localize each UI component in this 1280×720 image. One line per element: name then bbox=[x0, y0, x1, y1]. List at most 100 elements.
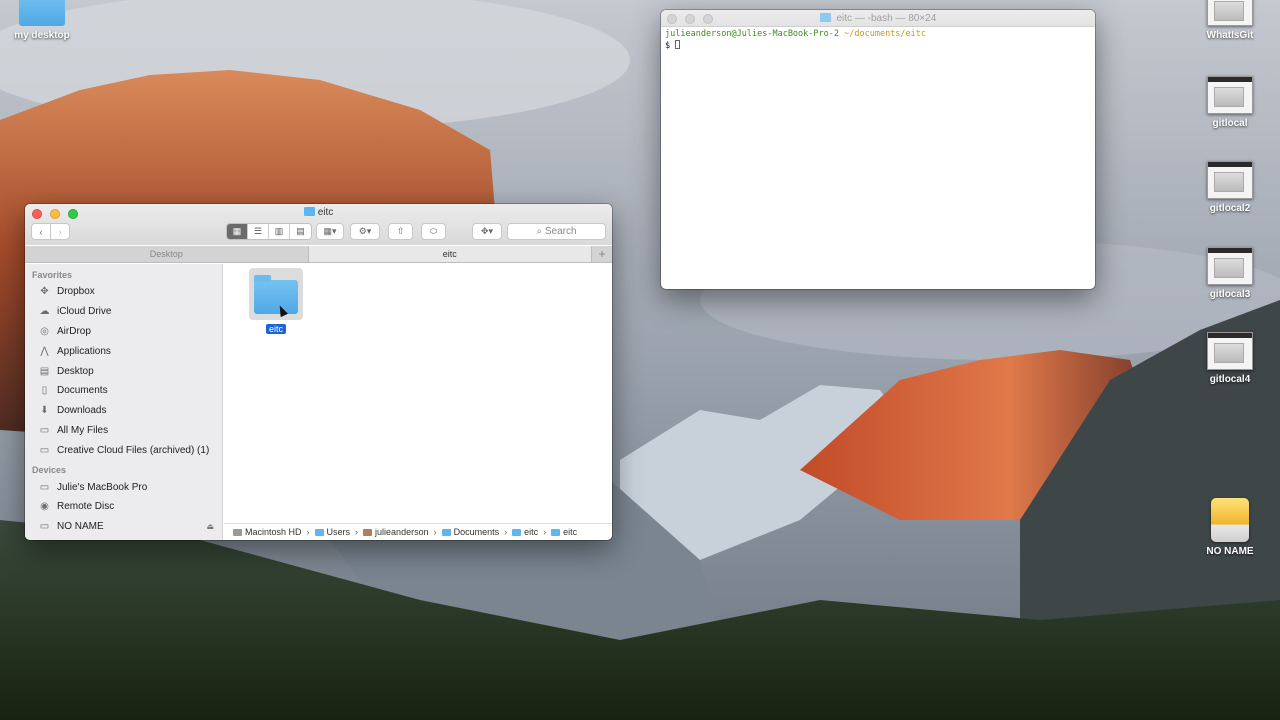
back-button[interactable]: ‹ bbox=[31, 223, 51, 240]
sidebar-item-documents[interactable]: ▯ Documents bbox=[25, 381, 222, 401]
terminal-titlebar[interactable]: eitc — -bash — 80×24 bbox=[661, 10, 1095, 27]
sidebar-item-applications[interactable]: ⋀ Applications bbox=[25, 341, 222, 361]
terminal-window[interactable]: eitc — -bash — 80×24 julieanderson@Julie… bbox=[661, 10, 1095, 289]
terminal-output[interactable]: julieanderson@Julies-MacBook-Pro-2 ~/doc… bbox=[661, 27, 1095, 54]
path-bar: Macintosh HD › Users › julieanderson › D… bbox=[224, 523, 612, 540]
tab-bar: Desktop eitc + bbox=[25, 246, 612, 263]
terminal-input-line[interactable]: $ bbox=[665, 40, 1091, 52]
action-button[interactable]: ⚙▾ bbox=[350, 223, 380, 240]
chevron-right-icon: › bbox=[433, 527, 437, 537]
sidebar-item-label: Downloads bbox=[57, 405, 107, 417]
desktop-icon-label: gitlocal3 bbox=[1209, 289, 1251, 300]
dropbox-toolbar-button[interactable]: ✥▾ bbox=[472, 223, 502, 240]
forward-button[interactable]: › bbox=[50, 223, 70, 240]
desktop-icon-my-desktop[interactable]: my desktop bbox=[7, 0, 77, 41]
path-segment[interactable]: julieanderson bbox=[375, 527, 429, 537]
desktop-icon-label: NO NAME bbox=[1206, 546, 1254, 557]
dropbox-icon: ✥ bbox=[40, 286, 49, 298]
path-segment[interactable]: eitc bbox=[524, 527, 538, 537]
cover-flow-button[interactable]: ▤ bbox=[290, 224, 311, 239]
path-segment[interactable]: Macintosh HD bbox=[245, 527, 302, 537]
gear-icon: ⚙▾ bbox=[358, 226, 372, 236]
sidebar-item-label: NO NAME bbox=[57, 521, 104, 533]
airdrop-icon: ◎ bbox=[40, 325, 49, 337]
cloud-icon: ☁ bbox=[39, 306, 50, 318]
tab-desktop[interactable]: Desktop bbox=[25, 246, 309, 262]
new-tab-button[interactable]: + bbox=[592, 246, 612, 262]
terminal-prompt-line: julieanderson@Julies-MacBook-Pro-2 ~/doc… bbox=[665, 29, 1091, 40]
tags-button[interactable]: ⬭ bbox=[421, 223, 446, 240]
laptop-icon: ▭ bbox=[39, 481, 50, 493]
chevron-right-icon: › bbox=[543, 527, 547, 537]
sidebar-heading-devices: Devices bbox=[32, 465, 67, 476]
folder-icon bbox=[819, 13, 831, 22]
search-icon: ⌕ bbox=[536, 226, 543, 237]
chevron-right-icon: › bbox=[58, 226, 62, 237]
close-button[interactable] bbox=[667, 14, 677, 24]
finder-toolbar: eitc ‹ › ▦ ☰ ▥ ▤ ▦▾ ⚙▾ ⇧ ⬭ ✥▾ ⌕ Search bbox=[25, 204, 612, 245]
desktop-icon-label: WhatIsGit bbox=[1206, 30, 1254, 41]
applications-icon: ⋀ bbox=[40, 345, 49, 357]
sidebar-item-icloud-drive[interactable]: ☁ iCloud Drive bbox=[25, 302, 222, 322]
finder-window[interactable]: eitc ‹ › ▦ ☰ ▥ ▤ ▦▾ ⚙▾ ⇧ ⬭ ✥▾ ⌕ Search D… bbox=[25, 204, 612, 540]
folder-icon bbox=[314, 528, 324, 536]
window-controls bbox=[667, 14, 713, 24]
desktop-icon-gitlocal4[interactable]: gitlocal4 bbox=[1195, 332, 1265, 385]
sidebar-item-remote-disc[interactable]: ◉ Remote Disc bbox=[25, 497, 222, 517]
sidebar-item-label: iCloud Drive bbox=[57, 306, 112, 318]
minimize-button[interactable] bbox=[685, 14, 695, 24]
sidebar-heading-favorites: Favorites bbox=[32, 270, 73, 280]
hard-drive-icon bbox=[233, 528, 242, 536]
path-segment[interactable]: eitc bbox=[563, 527, 577, 537]
file-browser-area[interactable]: eitc bbox=[224, 264, 612, 523]
folder-icon bbox=[441, 528, 451, 536]
all-files-icon: ▭ bbox=[39, 424, 50, 436]
home-icon bbox=[363, 528, 373, 536]
sidebar-item-macbook[interactable]: ▭ Julie's MacBook Pro bbox=[25, 477, 222, 497]
tab-eitc[interactable]: eitc bbox=[308, 246, 592, 262]
sidebar-item-no-name[interactable]: ▭ NO NAME ⏏ bbox=[25, 517, 222, 537]
share-button[interactable]: ⇧ bbox=[388, 223, 413, 240]
arrange-button[interactable]: ▦▾ bbox=[316, 223, 344, 240]
folder-label[interactable]: eitc bbox=[265, 324, 286, 334]
folder-icon: ▭ bbox=[39, 444, 50, 456]
desktop-icon-label: gitlocal4 bbox=[1209, 374, 1251, 385]
column-view-button[interactable]: ▥ bbox=[269, 224, 290, 239]
zoom-button[interactable] bbox=[703, 14, 713, 24]
sidebar-item-label: Applications bbox=[57, 345, 111, 357]
path-segment[interactable]: Documents bbox=[454, 527, 500, 537]
list-view-button[interactable]: ☰ bbox=[248, 224, 269, 239]
folder-item-eitc[interactable]: eitc bbox=[249, 268, 303, 335]
eject-icon[interactable]: ⏏ bbox=[206, 522, 214, 531]
prompt-symbol: $ bbox=[665, 41, 671, 51]
sidebar-item-all-my-files[interactable]: ▭ All My Files bbox=[25, 421, 222, 441]
sidebar-item-dropbox[interactable]: ✥ Dropbox bbox=[25, 282, 222, 302]
search-field[interactable]: ⌕ Search bbox=[507, 223, 606, 240]
sidebar-item-label: All My Files bbox=[57, 424, 109, 436]
sidebar-item-label: Julie's MacBook Pro bbox=[57, 481, 148, 493]
sidebar-item-label: Dropbox bbox=[57, 286, 95, 298]
desktop-icon-label: gitlocal2 bbox=[1209, 203, 1251, 214]
sidebar-item-airdrop[interactable]: ◎ AirDrop bbox=[25, 322, 222, 342]
arrange-icon: ▦▾ bbox=[323, 226, 337, 236]
folder-icon bbox=[303, 207, 315, 216]
desktop-icon-gitlocal2[interactable]: gitlocal2 bbox=[1195, 161, 1265, 214]
desktop-icon-gitlocal[interactable]: gitlocal bbox=[1195, 76, 1265, 129]
document-icon: ▯ bbox=[41, 385, 48, 397]
sidebar-item-desktop[interactable]: ▤ Desktop bbox=[25, 361, 222, 381]
path-segment[interactable]: Users bbox=[327, 527, 351, 537]
document-thumbnail-icon bbox=[1207, 0, 1253, 26]
external-drive-icon bbox=[1211, 498, 1249, 542]
desktop-icon-label: my desktop bbox=[14, 30, 70, 41]
sidebar-item-creative-cloud[interactable]: ▭ Creative Cloud Files (archived) (1) bbox=[25, 440, 222, 460]
desktop-icon-no-name-drive[interactable]: NO NAME bbox=[1195, 498, 1265, 557]
disc-icon: ◉ bbox=[40, 501, 49, 513]
icon-view-button[interactable]: ▦ bbox=[227, 224, 248, 239]
sidebar-item-downloads[interactable]: ⬇ Downloads bbox=[25, 401, 222, 421]
text-cursor bbox=[675, 40, 681, 49]
folder-icon bbox=[19, 0, 65, 26]
drive-icon: ▭ bbox=[39, 521, 50, 533]
desktop-icon-whatisgit[interactable]: WhatIsGit bbox=[1195, 0, 1265, 41]
terminal-title: eitc — -bash — 80×24 bbox=[836, 13, 937, 24]
desktop-icon-gitlocal3[interactable]: gitlocal3 bbox=[1195, 247, 1265, 300]
